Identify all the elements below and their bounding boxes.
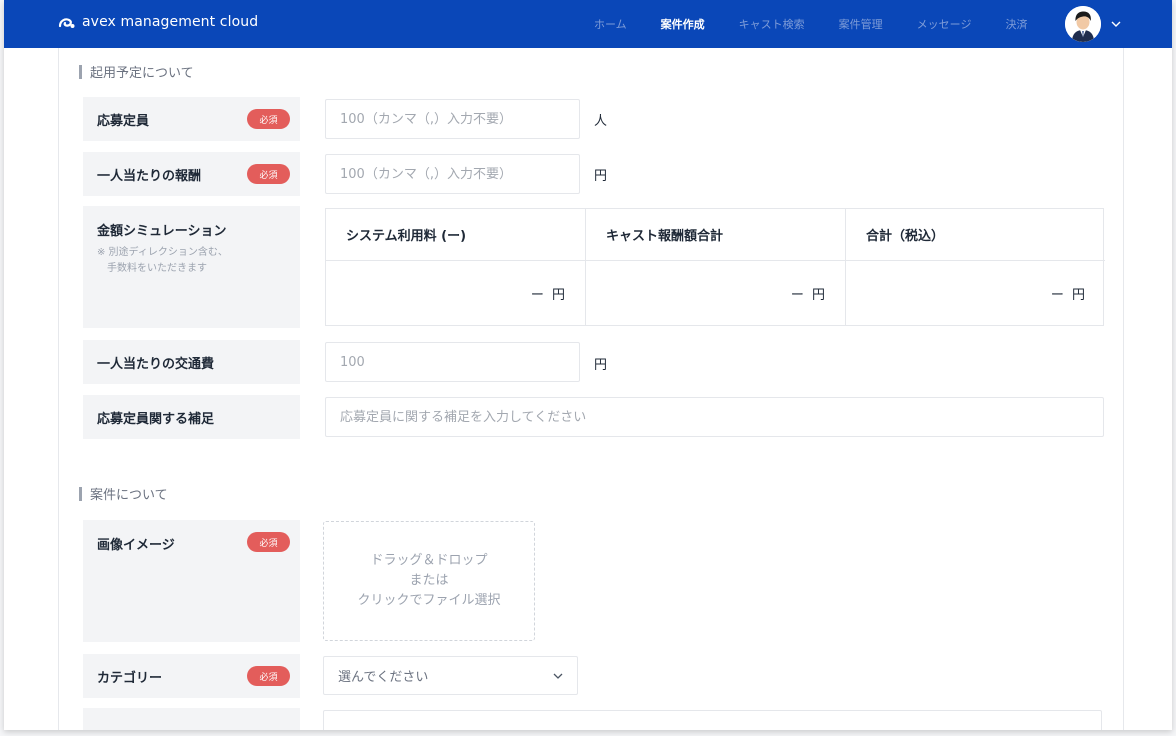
simulation-table: システム利用料 (ー) キャスト報酬額合計 合計（税込） ー 円 ー 円 ー 円 <box>325 208 1105 326</box>
required-badge: 必須 <box>247 666 290 686</box>
category-label-cell: カテゴリー 必須 <box>83 654 300 698</box>
category-label: カテゴリー <box>97 670 163 686</box>
sim-header-grand-total: 合計（税込） <box>846 209 1105 261</box>
simulation-label: 金額シミュレーション <box>97 224 227 239</box>
nav-cast-search[interactable]: キャスト検索 <box>739 16 805 32</box>
applicants-unit: 人 <box>594 114 608 129</box>
section-hiring: 起用予定について <box>79 62 194 81</box>
nav-messages[interactable]: メッセージ <box>917 16 972 32</box>
user-avatar[interactable] <box>1065 6 1101 42</box>
required-badge: 必須 <box>247 164 290 184</box>
section-project: 案件について <box>79 484 168 503</box>
applicants-input[interactable] <box>325 99 580 139</box>
section-marker <box>79 64 82 79</box>
chevron-down-icon[interactable] <box>1108 16 1124 32</box>
chevron-down-icon <box>553 673 563 679</box>
simulation-note: ※ 別途ディレクション含む、 手数料をいただきます <box>97 247 228 274</box>
supplement-label: 応募定員関する補足 <box>97 411 215 427</box>
nav-home[interactable]: ホーム <box>594 16 627 32</box>
nav-project-management[interactable]: 案件管理 <box>839 16 883 32</box>
image-label-cell: 画像イメージ 必須 <box>83 520 300 642</box>
transport-label: 一人当たりの交通費 <box>97 356 215 372</box>
transport-label-cell: 一人当たりの交通費 <box>83 340 300 384</box>
next-label-cell <box>83 708 300 730</box>
sim-value-system-fee: ー 円 <box>326 261 586 326</box>
supplement-label-cell: 応募定員関する補足 <box>83 395 300 439</box>
section-marker <box>79 486 82 501</box>
applicants-label: 応募定員 <box>97 113 150 129</box>
brand-name: avex management cloud <box>82 14 259 30</box>
required-badge: 必須 <box>247 109 290 129</box>
brand-logo[interactable]: avex management cloud <box>58 13 258 31</box>
transport-input[interactable] <box>325 342 580 382</box>
section-project-title: 案件について <box>90 488 168 503</box>
required-badge: 必須 <box>247 532 290 552</box>
reward-input[interactable] <box>325 154 580 194</box>
reward-label: 一人当たりの報酬 <box>97 168 202 184</box>
dropzone-text: ドラッグ＆ドロップ または クリックでファイル選択 <box>357 553 501 608</box>
next-input[interactable] <box>323 710 1102 730</box>
main-nav: ホーム 案件作成 キャスト検索 案件管理 メッセージ 決済 <box>594 0 1061 48</box>
sim-value-grand-total: ー 円 <box>1050 288 1087 303</box>
section-hiring-title: 起用予定について <box>90 66 194 81</box>
transport-unit: 円 <box>594 358 608 373</box>
nav-payment[interactable]: 決済 <box>1005 16 1027 32</box>
image-dropzone[interactable]: ドラッグ＆ドロップ または クリックでファイル選択 <box>323 521 535 641</box>
app-window: avex management cloud ホーム 案件作成 キャスト検索 案件… <box>4 0 1172 730</box>
form-content: 起用予定について 応募定員 必須 人 一人当たりの報酬 必須 円 金額シミュレー… <box>58 48 1124 730</box>
top-header: avex management cloud ホーム 案件作成 キャスト検索 案件… <box>4 0 1172 48</box>
supplement-input[interactable] <box>325 397 1104 437</box>
sim-value-cast-total: ー 円 <box>586 261 846 326</box>
category-selected-value: 選んでください <box>338 670 429 685</box>
sim-header-system-fee: システム利用料 (ー) <box>326 209 586 261</box>
reward-label-cell: 一人当たりの報酬 必須 <box>83 152 300 196</box>
avex-logo-icon <box>58 18 75 28</box>
category-select[interactable]: 選んでください <box>323 656 578 695</box>
sim-header-cast-total: キャスト報酬額合計 <box>586 209 846 261</box>
simulation-label-cell: 金額シミュレーション ※ 別途ディレクション含む、 手数料をいただきます <box>83 206 300 328</box>
user-avatar-icon <box>1065 6 1101 42</box>
image-label: 画像イメージ <box>97 538 175 553</box>
reward-unit: 円 <box>594 169 608 184</box>
applicants-label-cell: 応募定員 必須 <box>83 97 300 141</box>
nav-create-project[interactable]: 案件作成 <box>661 16 705 32</box>
